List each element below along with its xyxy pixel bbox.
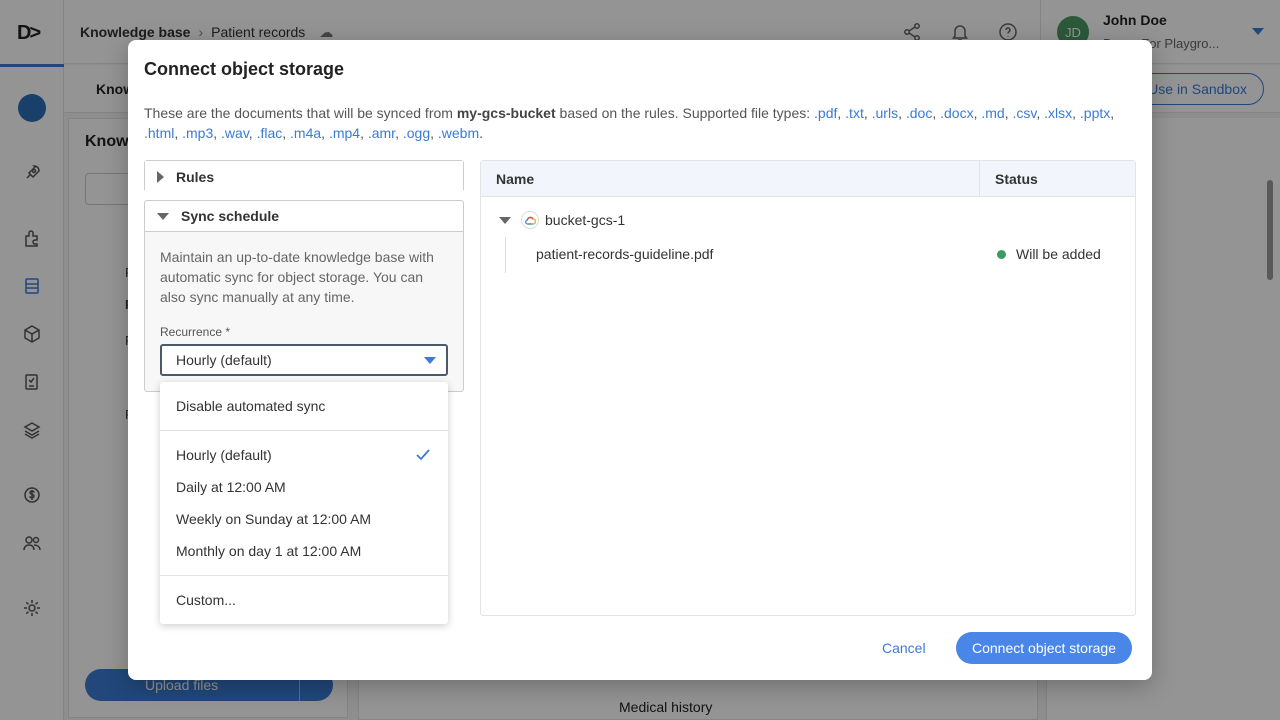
file-type-link: .wav (221, 125, 249, 141)
dialog-description: These are the documents that will be syn… (144, 103, 1136, 143)
option-hourly[interactable]: Hourly (default) (160, 439, 448, 471)
file-type-link: .pptx (1079, 105, 1111, 121)
option-weekly[interactable]: Weekly on Sunday at 12:00 AM (160, 503, 448, 535)
connect-object-storage-dialog: Connect object storage These are the doc… (128, 40, 1152, 680)
sync-preview-table: Name Status bucket-gcs-1 patient-records… (480, 160, 1136, 616)
bucket-label: bucket-gcs-1 (545, 212, 626, 228)
desc-middle: based on the rules. Supported file types… (555, 105, 815, 121)
google-cloud-icon (521, 211, 539, 229)
bucket-row[interactable]: bucket-gcs-1 (499, 211, 625, 229)
file-name: patient-records-guideline.pdf (536, 246, 714, 262)
dropdown-caret-icon (424, 357, 436, 364)
file-type-link: .txt (845, 105, 864, 121)
menu-divider (160, 430, 448, 431)
dialog-title: Connect object storage (144, 59, 345, 79)
status-label: Will be added (1016, 246, 1101, 262)
recurrence-value: Hourly (default) (176, 352, 272, 368)
menu-divider (160, 575, 448, 576)
status-dot-icon (997, 249, 1006, 259)
recurrence-dropdown-menu: Disable automated sync Hourly (default) … (160, 382, 448, 624)
column-name[interactable]: Name (496, 171, 534, 187)
file-type-link: .m4a (290, 125, 322, 141)
rules-header[interactable]: Rules (145, 161, 463, 192)
recurrence-label: Recurrence * (160, 325, 231, 339)
sync-schedule-header[interactable]: Sync schedule (145, 201, 463, 232)
file-type-link: .pdf (814, 105, 838, 121)
option-hourly-label: Hourly (default) (176, 447, 272, 463)
rules-accordion[interactable]: Rules (144, 160, 464, 192)
cancel-button[interactable]: Cancel (868, 632, 940, 664)
bucket-name: my-gcs-bucket (456, 105, 556, 121)
option-disable-sync[interactable]: Disable automated sync (160, 390, 448, 422)
file-type-link: .docx (940, 105, 974, 121)
connect-object-storage-button[interactable]: Connect object storage (956, 632, 1132, 664)
file-type-link: .mp3 (182, 125, 214, 141)
desc-prefix: These are the documents that will be syn… (144, 105, 457, 121)
caret-down-icon (157, 212, 169, 220)
status-badge: Will be added (997, 246, 1101, 262)
caret-down-icon[interactable] (499, 216, 511, 224)
sync-schedule-accordion: Sync schedule Maintain an up-to-date kno… (144, 200, 464, 392)
column-status[interactable]: Status (995, 171, 1038, 187)
file-type-link: .webm (437, 125, 480, 141)
rules-label: Rules (176, 168, 215, 185)
table-header: Name Status (481, 161, 1135, 197)
checkmark-icon (416, 449, 430, 461)
file-type-link: .xlsx (1044, 105, 1073, 121)
file-type-link: .html (144, 125, 175, 141)
file-type-link: .csv (1012, 105, 1037, 121)
file-type-link: .mp4 (328, 125, 361, 141)
file-type-link: .md (981, 105, 1005, 121)
file-type-link: .doc (905, 105, 933, 121)
file-type-link: .ogg (402, 125, 431, 141)
caret-right-icon (157, 170, 164, 183)
file-type-link: .amr (367, 125, 396, 141)
sync-description: Maintain an up-to-date knowledge base wi… (160, 249, 434, 305)
recurrence-select[interactable]: Hourly (default) (160, 344, 448, 376)
sync-schedule-label: Sync schedule (181, 208, 280, 224)
file-type-link: .flac (256, 125, 283, 141)
column-divider (979, 161, 980, 197)
option-custom[interactable]: Custom... (160, 584, 448, 616)
tree-connector (505, 237, 506, 273)
option-daily[interactable]: Daily at 12:00 AM (160, 471, 448, 503)
file-type-link: .urls (871, 105, 899, 121)
option-monthly[interactable]: Monthly on day 1 at 12:00 AM (160, 535, 448, 567)
